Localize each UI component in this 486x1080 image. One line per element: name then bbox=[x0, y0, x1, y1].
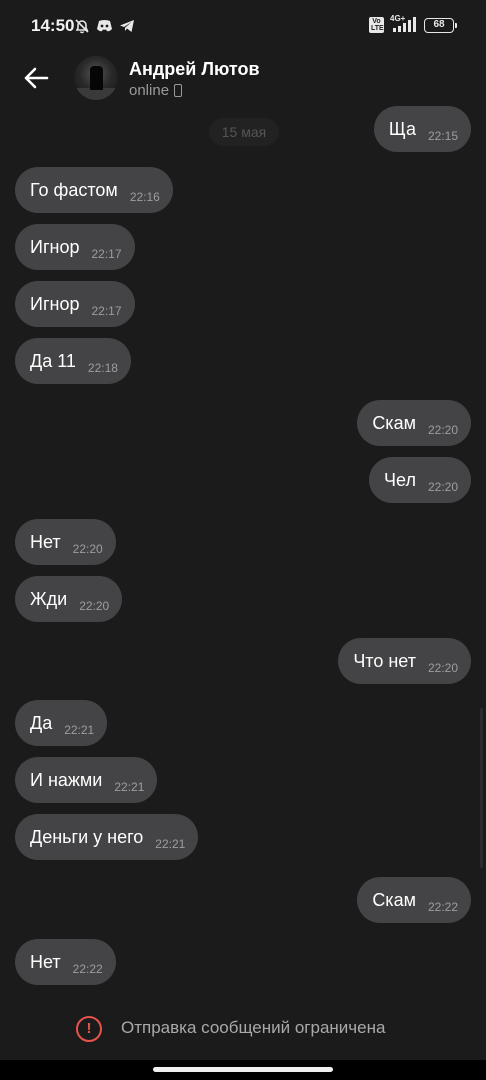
notification-icons bbox=[74, 18, 135, 34]
message-time: 22:22 bbox=[72, 962, 103, 976]
message-bubble-in[interactable]: Деньги у него 22:21 bbox=[15, 814, 199, 860]
message-text: Да 11 bbox=[30, 350, 76, 371]
message-bubble-in[interactable]: Го фастом 22:16 bbox=[15, 167, 173, 213]
contact-status: online bbox=[129, 82, 183, 99]
system-nav-bar bbox=[0, 1060, 486, 1080]
alert-circle-icon: ! bbox=[76, 1016, 102, 1042]
message-bubble-out[interactable]: Скам 22:20 bbox=[357, 400, 471, 446]
volte-icon: Vo LTE bbox=[369, 17, 384, 33]
message-bubble-out[interactable]: Чел 22:20 bbox=[369, 457, 471, 503]
message-bubble-out[interactable]: Что нет 22:20 bbox=[338, 638, 471, 684]
date-chip: 15 мая bbox=[209, 118, 279, 146]
message-bubble-in[interactable]: Да 22:21 bbox=[15, 700, 108, 746]
message-bubble-in[interactable]: Нет 22:20 bbox=[15, 519, 116, 565]
message-time: 22:16 bbox=[129, 190, 160, 204]
message-bubble-in[interactable]: Да 11 22:18 bbox=[15, 338, 131, 384]
message-bubble-out[interactable]: Скам 22:22 bbox=[357, 877, 471, 923]
restriction-text: Отправка сообщений ограничена bbox=[121, 1018, 386, 1037]
back-button[interactable] bbox=[20, 62, 52, 94]
message-text: Скам bbox=[372, 889, 416, 910]
message-text: Жди bbox=[30, 588, 68, 609]
message-time: 22:20 bbox=[79, 599, 110, 613]
contact-name[interactable]: Андрей Лютов bbox=[129, 59, 260, 80]
message-text: Скам bbox=[372, 412, 416, 433]
message-time: 22:17 bbox=[91, 247, 122, 261]
battery-level: 68 bbox=[433, 18, 445, 30]
status-text: online bbox=[129, 82, 170, 99]
message-bubble-in[interactable]: Жди 22:20 bbox=[15, 576, 123, 622]
message-bubble-out[interactable]: Ща 22:15 bbox=[373, 106, 471, 152]
message-time: 22:21 bbox=[155, 837, 186, 851]
message-bubble-in[interactable]: Нет 22:22 bbox=[15, 939, 116, 985]
status-bar: 14:50 Vo LTE 4G+ 68 bbox=[0, 0, 486, 52]
message-time: 22:20 bbox=[427, 480, 458, 494]
message-text: Да bbox=[30, 712, 53, 733]
message-text: Ща bbox=[388, 118, 416, 139]
discord-icon bbox=[97, 20, 112, 32]
message-bubble-in[interactable]: И нажми 22:21 bbox=[15, 757, 158, 803]
chat-header: Андрей Лютов online bbox=[0, 52, 486, 110]
message-time: 22:18 bbox=[87, 361, 118, 375]
status-time: 14:50 bbox=[31, 16, 75, 35]
arrow-left-icon bbox=[24, 67, 49, 89]
message-text: Игнор bbox=[30, 293, 80, 314]
telegram-icon bbox=[120, 20, 134, 32]
message-time: 22:17 bbox=[91, 304, 122, 318]
message-text: Что нет bbox=[353, 650, 416, 671]
message-text: И нажми bbox=[30, 769, 103, 790]
message-text: Го фастом bbox=[30, 179, 118, 200]
message-text: Деньги у него bbox=[30, 826, 144, 847]
message-time: 22:20 bbox=[427, 661, 458, 675]
restriction-bar: ! Отправка сообщений ограничена bbox=[0, 1000, 486, 1060]
message-text: Нет bbox=[30, 531, 61, 552]
message-time: 22:21 bbox=[114, 780, 145, 794]
phone-icon bbox=[174, 84, 183, 97]
avatar[interactable] bbox=[74, 56, 118, 100]
message-bubble-in[interactable]: Игнор 22:17 bbox=[15, 224, 135, 270]
message-text: Чел bbox=[384, 469, 416, 490]
battery-icon: 68 bbox=[424, 17, 457, 33]
message-time: 22:22 bbox=[427, 900, 458, 914]
signal-icon: 4G+ bbox=[390, 14, 418, 33]
message-bubble-in[interactable]: Игнор 22:17 bbox=[15, 281, 135, 327]
message-time: 22:20 bbox=[427, 423, 458, 437]
message-time: 22:21 bbox=[64, 723, 95, 737]
message-time: 22:15 bbox=[427, 129, 458, 143]
status-indicators: Vo LTE 4G+ 68 bbox=[369, 14, 457, 33]
home-indicator[interactable] bbox=[153, 1067, 333, 1072]
scrollbar[interactable] bbox=[480, 708, 483, 868]
message-text: Нет bbox=[30, 951, 61, 972]
message-text: Игнор bbox=[30, 236, 80, 257]
muted-bell-icon bbox=[75, 19, 89, 34]
message-time: 22:20 bbox=[72, 542, 103, 556]
